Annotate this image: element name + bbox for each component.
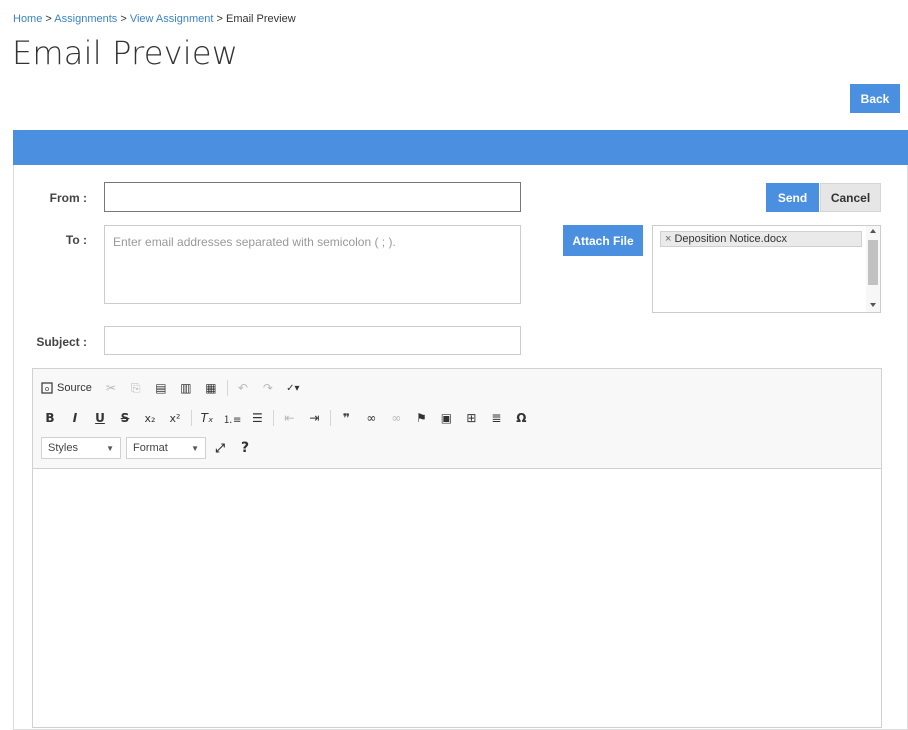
chevron-down-icon: ▼ <box>106 443 114 453</box>
strikethrough-icon[interactable]: S <box>116 408 134 428</box>
scroll-up-arrow-icon[interactable] <box>870 229 876 233</box>
superscript-icon[interactable]: x² <box>166 408 184 428</box>
chevron-down-icon: ▼ <box>191 443 199 453</box>
copy-icon[interactable]: ⎘ <box>127 378 145 398</box>
remove-format-icon[interactable]: Tₓ <box>198 408 216 428</box>
editor-toolbar: o Source ✂ ⎘ ▤ ▥ ▦ ↶ ↷ ✓▾ B I U S x₂ x² … <box>33 369 881 469</box>
breadcrumb-current: Email Preview <box>225 13 296 25</box>
maximize-icon[interactable]: ⤢ <box>211 438 229 458</box>
remove-attachment-icon[interactable]: × <box>665 233 671 245</box>
panel-header <box>13 130 908 165</box>
attachment-chip: × Deposition Notice.docx <box>660 231 862 247</box>
anchor-flag-icon[interactable]: ⚑ <box>412 408 430 428</box>
numbered-list-icon[interactable]: ⒈≡ <box>223 408 241 428</box>
source-icon: o <box>41 382 53 394</box>
attach-file-button[interactable]: Attach File <box>563 225 643 256</box>
table-icon[interactable]: ⊞ <box>462 408 480 428</box>
redo-icon[interactable]: ↷ <box>259 378 277 398</box>
svg-text:o: o <box>45 385 49 393</box>
styles-label: Styles <box>48 442 78 454</box>
subscript-icon[interactable]: x₂ <box>141 408 159 428</box>
styles-dropdown[interactable]: Styles ▼ <box>41 437 121 459</box>
toolbar-separator <box>273 410 275 426</box>
format-dropdown[interactable]: Format ▼ <box>126 437 206 459</box>
cut-icon[interactable]: ✂ <box>102 378 120 398</box>
subject-label: Subject : <box>36 335 87 349</box>
back-button[interactable]: Back <box>850 84 900 113</box>
page-title: Email Preview <box>12 34 239 72</box>
paste-word-icon[interactable]: ▦ <box>202 378 220 398</box>
link-icon[interactable]: ∞ <box>362 408 380 428</box>
toolbar-row-2: B I U S x₂ x² Tₓ ⒈≡ ☰ ⇤ ⇥ ❞ ∞ ∞ ⚑ ▣ ⊞ ≣ … <box>41 407 537 429</box>
outdent-icon[interactable]: ⇤ <box>280 408 298 428</box>
toolbar-row-3: Styles ▼ Format ▼ ⤢ ? <box>41 437 261 459</box>
breadcrumb-separator: > <box>45 13 52 25</box>
special-character-icon[interactable]: Ω <box>512 408 530 428</box>
source-button[interactable]: o Source <box>41 378 92 398</box>
breadcrumb-assignments-link[interactable]: Assignments <box>54 13 117 25</box>
source-label: Source <box>57 382 92 394</box>
spellcheck-icon[interactable]: ✓▾ <box>284 378 302 398</box>
breadcrumb-separator: > <box>216 13 223 25</box>
from-field[interactable] <box>104 182 521 212</box>
scroll-thumb[interactable] <box>868 240 878 285</box>
scroll-down-arrow-icon[interactable] <box>870 303 876 307</box>
format-label: Format <box>133 442 168 454</box>
from-label: From : <box>49 191 87 205</box>
blockquote-icon[interactable]: ❞ <box>337 408 355 428</box>
breadcrumb: Home > Assignments > View Assignment > E… <box>13 13 296 25</box>
underline-icon[interactable]: U <box>91 408 109 428</box>
to-label: To : <box>65 233 87 247</box>
breadcrumb-separator: > <box>120 13 127 25</box>
toolbar-separator <box>330 410 332 426</box>
to-field[interactable] <box>104 225 521 304</box>
paste-text-icon[interactable]: ▥ <box>177 378 195 398</box>
send-button[interactable]: Send <box>766 183 819 212</box>
bold-icon[interactable]: B <box>41 408 59 428</box>
unlink-icon[interactable]: ∞ <box>387 408 405 428</box>
cancel-button[interactable]: Cancel <box>820 183 881 212</box>
indent-icon[interactable]: ⇥ <box>305 408 323 428</box>
horizontal-line-icon[interactable]: ≣ <box>487 408 505 428</box>
breadcrumb-view-assignment-link[interactable]: View Assignment <box>130 13 214 25</box>
toolbar-separator <box>226 380 228 396</box>
image-icon[interactable]: ▣ <box>437 408 455 428</box>
help-icon[interactable]: ? <box>236 438 254 458</box>
subject-field[interactable] <box>104 326 521 355</box>
toolbar-separator <box>191 410 192 426</box>
breadcrumb-home-link[interactable]: Home <box>13 13 42 25</box>
attachment-list[interactable]: × Deposition Notice.docx <box>652 225 881 313</box>
paste-icon[interactable]: ▤ <box>152 378 170 398</box>
toolbar-row-1: o Source ✂ ⎘ ▤ ▥ ▦ ↶ ↷ ✓▾ <box>41 377 309 399</box>
italic-icon[interactable]: I <box>66 408 84 428</box>
attachment-name: Deposition Notice.docx <box>674 233 787 245</box>
bulleted-list-icon[interactable]: ☰ <box>248 408 266 428</box>
rich-text-editor: o Source ✂ ⎘ ▤ ▥ ▦ ↶ ↷ ✓▾ B I U S x₂ x² … <box>32 368 882 728</box>
editor-content-area[interactable] <box>33 469 881 727</box>
undo-icon[interactable]: ↶ <box>234 378 252 398</box>
attachment-scrollbar[interactable] <box>866 226 880 312</box>
